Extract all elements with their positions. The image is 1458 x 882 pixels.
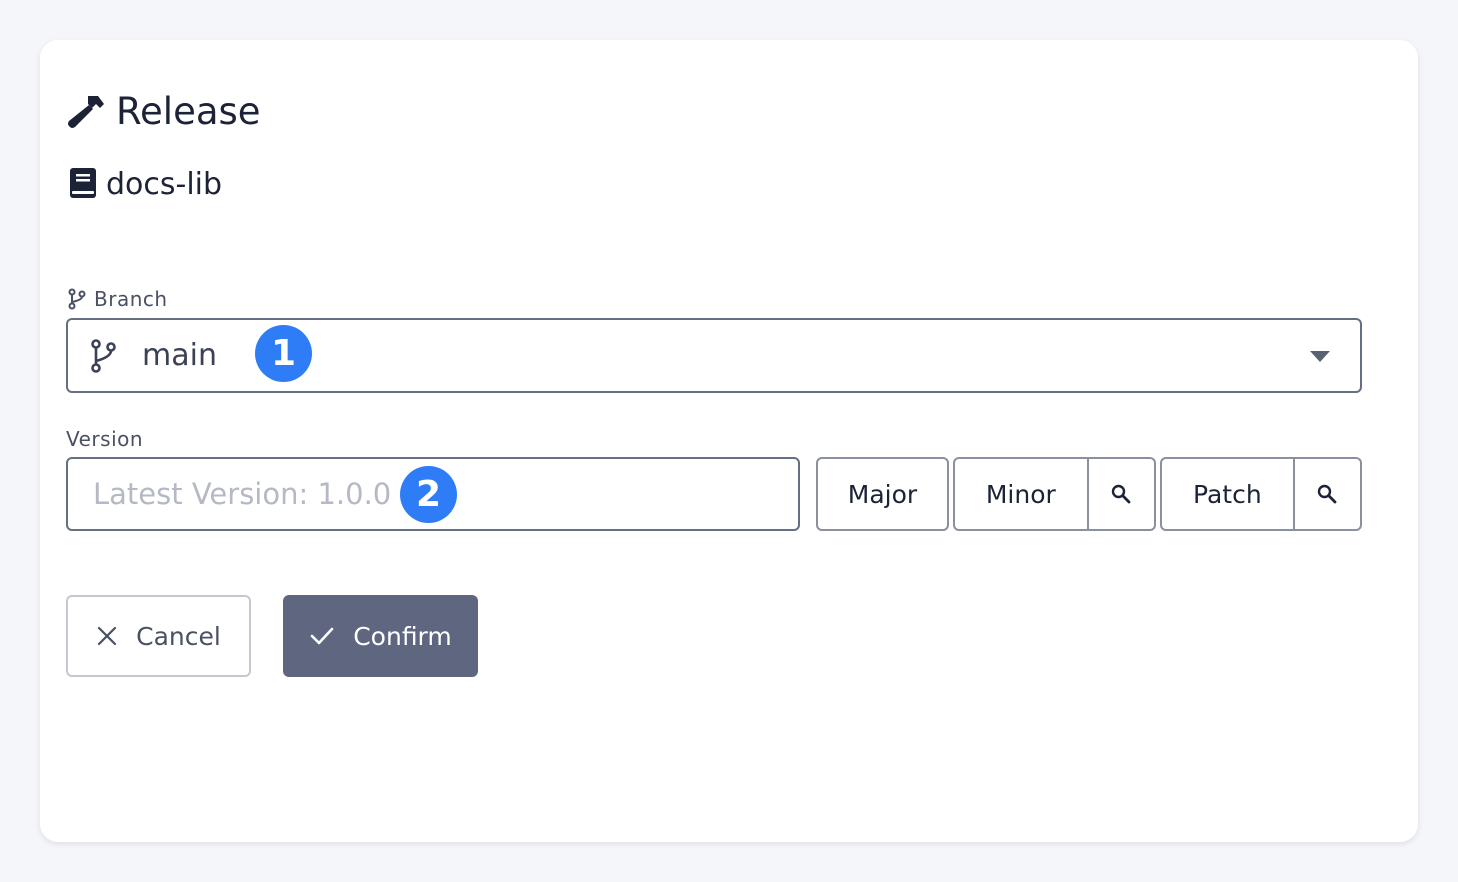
close-icon [98, 626, 117, 646]
patch-search-button[interactable] [1292, 459, 1360, 529]
minor-button[interactable]: Minor [955, 480, 1087, 509]
major-button-label: Major [847, 479, 918, 509]
dialog-title: Release [116, 90, 261, 133]
check-icon [310, 627, 334, 645]
version-label: Version [66, 427, 144, 451]
branch-label: Branch [66, 287, 168, 311]
minor-button-group: Minor [953, 457, 1156, 531]
patch-button-group: Patch [1160, 457, 1362, 531]
branch-label-text: Branch [94, 287, 168, 311]
major-button[interactable]: Major [816, 457, 949, 531]
cancel-button[interactable]: Cancel [66, 595, 251, 677]
repository: docs-lib [68, 165, 222, 205]
search-icon [1318, 484, 1337, 504]
git-branch-icon [91, 338, 116, 373]
search-icon [1112, 484, 1131, 504]
branch-selected-value: main [142, 338, 217, 373]
patch-button[interactable]: Patch [1162, 480, 1293, 509]
minor-search-button[interactable] [1086, 459, 1154, 529]
book-icon [68, 165, 98, 205]
confirm-button-label: Confirm [353, 621, 452, 651]
repository-name: docs-lib [106, 167, 223, 202]
cancel-button-label: Cancel [136, 621, 221, 651]
step-badge-1: 1 [255, 325, 312, 382]
hammer-icon [66, 90, 106, 134]
chevron-down-icon[interactable] [1310, 351, 1330, 362]
dialog-header: Release [66, 90, 261, 134]
git-branch-icon [68, 288, 86, 310]
release-dialog: Release docs-lib Branch main 1 Version L… [40, 40, 1418, 842]
confirm-button[interactable]: Confirm [283, 595, 478, 677]
step-badge-2: 2 [400, 466, 457, 523]
